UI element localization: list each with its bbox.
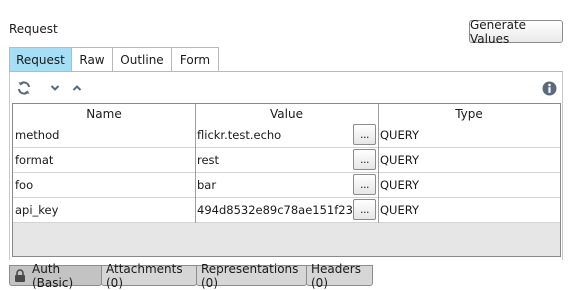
param-value[interactable]: flickr.test.echo [195, 123, 353, 147]
chevron-down-icon[interactable] [48, 79, 62, 97]
tab-bar: Request Raw Outline Form [9, 47, 219, 72]
tab-request[interactable]: Request [9, 47, 72, 72]
panel-title: Request [9, 22, 58, 36]
tab-attachments[interactable]: Attachments (0) [101, 262, 197, 290]
tab-auth[interactable]: Auth (Basic) [9, 262, 102, 290]
column-header-type[interactable]: Type [378, 104, 560, 123]
table-header: Name Value Type [13, 104, 560, 124]
param-type[interactable]: QUERY [378, 123, 560, 147]
tab-outline[interactable]: Outline [112, 47, 172, 72]
param-name[interactable]: api_key [13, 198, 195, 222]
edit-value-button[interactable]: ... [353, 149, 376, 170]
table-row[interactable]: foo bar ... QUERY [13, 173, 560, 198]
bottom-tab-bar: Auth (Basic) Attachments (0) Representat… [9, 262, 373, 290]
lock-icon [14, 269, 26, 282]
column-header-value[interactable]: Value [195, 104, 378, 123]
table-row[interactable]: method flickr.test.echo ... QUERY [13, 123, 560, 148]
tab-raw[interactable]: Raw [71, 47, 113, 72]
param-value[interactable]: 494d8532e89c78ae151f23cb... [195, 198, 353, 222]
param-type[interactable]: QUERY [378, 198, 560, 222]
tab-auth-label: Auth (Basic) [32, 261, 74, 290]
edit-value-button[interactable]: ... [353, 124, 376, 145]
generate-values-button[interactable]: Generate Values [469, 18, 563, 46]
column-header-name[interactable]: Name [13, 104, 195, 123]
table-row[interactable]: api_key 494d8532e89c78ae151f23cb... ... … [13, 198, 560, 223]
column-divider [378, 104, 379, 223]
parameters-table: Name Value Type method flickr.test.echo … [12, 103, 561, 257]
edit-value-button[interactable]: ... [353, 174, 376, 195]
param-value[interactable]: bar [195, 173, 353, 197]
table-row[interactable]: format rest ... QUERY [13, 148, 560, 173]
param-name[interactable]: foo [13, 173, 195, 197]
tab-form[interactable]: Form [171, 47, 219, 72]
column-divider [195, 104, 196, 223]
chevron-up-icon[interactable] [70, 79, 84, 97]
info-icon[interactable] [540, 79, 558, 97]
param-name[interactable]: format [13, 148, 195, 172]
edit-value-button[interactable]: ... [353, 199, 376, 220]
param-type[interactable]: QUERY [378, 148, 560, 172]
param-type[interactable]: QUERY [378, 173, 560, 197]
tab-representations[interactable]: Representations (0) [196, 262, 307, 290]
refresh-icon[interactable] [14, 79, 34, 97]
tab-headers[interactable]: Headers (0) [306, 262, 373, 290]
param-value[interactable]: rest [195, 148, 353, 172]
param-name[interactable]: method [13, 123, 195, 147]
